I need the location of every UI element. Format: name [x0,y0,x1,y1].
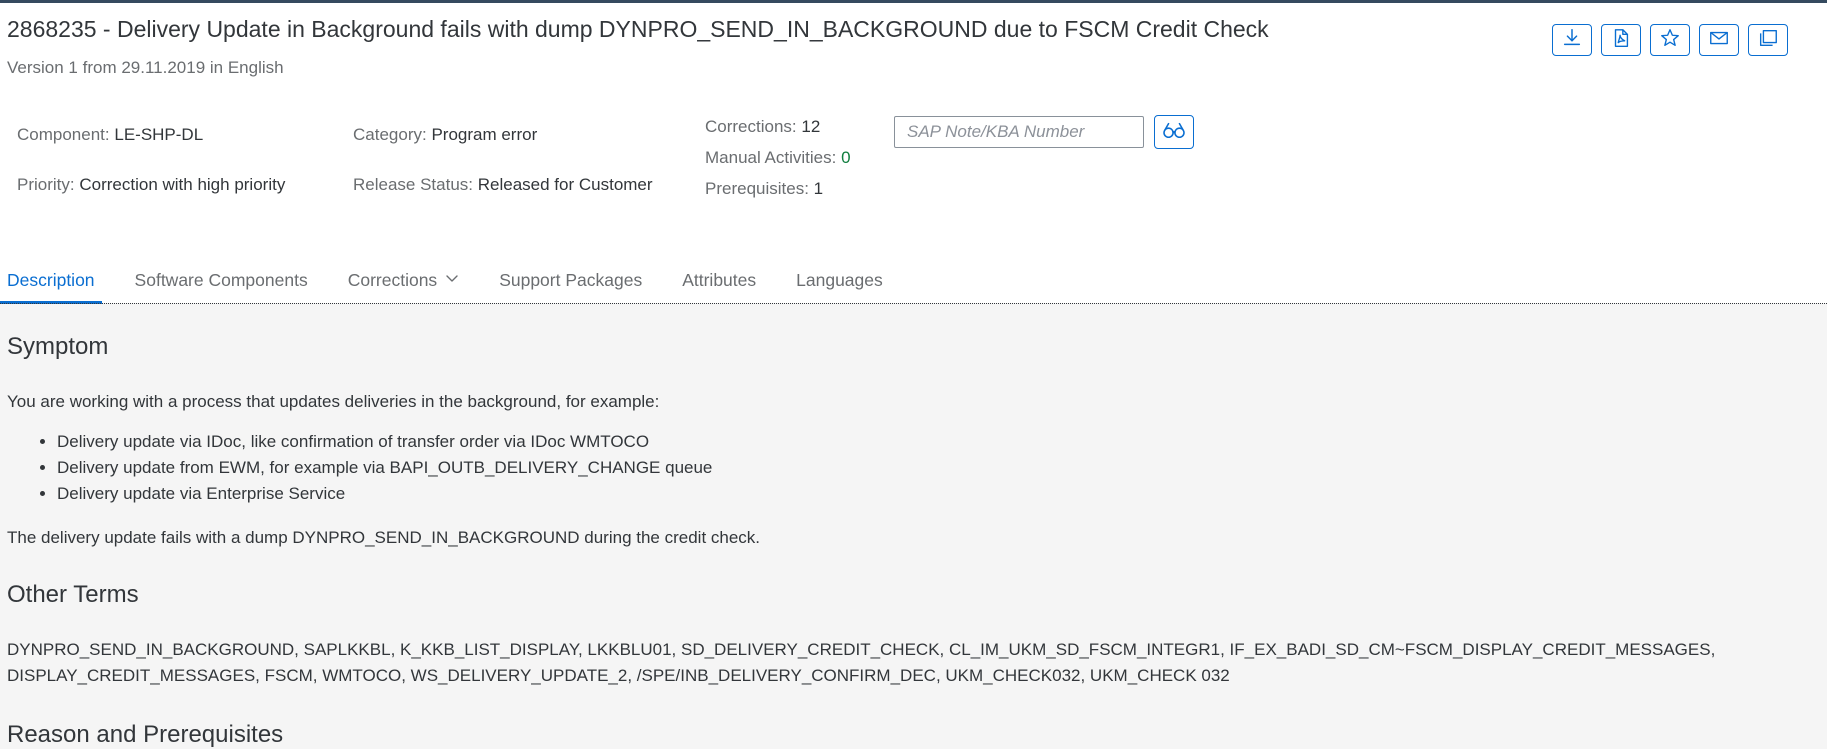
prerequisites-value: 1 [813,179,824,198]
component-value: LE-SHP-DL [114,125,204,144]
symptom-intro: You are working with a process that upda… [7,392,660,411]
prerequisites-field: Prerequisites: 1 [705,179,823,199]
tab-languages-label: Languages [796,270,883,290]
star-icon [1659,27,1681,54]
header-actions [1552,24,1788,56]
copy-icon [1757,27,1779,54]
tab-languages[interactable]: Languages [789,268,890,306]
tab-software-components-label: Software Components [134,270,308,290]
release-status-value: Released for Customer [477,175,653,194]
category-field: Category: Program error [353,125,537,145]
tab-description-label: Description [7,270,95,290]
other-terms-line-1: DYNPRO_SEND_IN_BACKGROUND, SAPLKKBL, K_K… [7,640,1716,659]
note-header: 2868235 - Delivery Update in Background … [0,3,1827,306]
tab-divider [0,303,1827,304]
release-status-field: Release Status: Released for Customer [353,175,653,195]
tab-corrections[interactable]: Corrections [341,268,466,306]
priority-label: Priority: [17,175,75,194]
symptom-outro: The delivery update fails with a dump DY… [7,528,761,547]
chevron-down-icon [445,271,459,285]
other-terms-heading: Other Terms [7,581,139,608]
reason-heading: Reason and Prerequisites [7,721,284,748]
prerequisites-label: Prerequisites: [705,179,809,198]
favorite-button[interactable] [1650,24,1690,56]
tab-software-components[interactable]: Software Components [128,268,315,306]
tab-bar: Description Software Components Correcti… [0,268,916,306]
priority-field: Priority: Correction with high priority [17,175,285,195]
corrections-field: Corrections: 12 [705,117,820,137]
symptom-heading: Symptom [7,333,109,360]
tab-corrections-label: Corrections [347,270,438,290]
manual-activities-label: Manual Activities: [705,148,837,167]
tab-description[interactable]: Description [0,268,102,306]
list-item: Delivery update via Enterprise Service [57,481,1807,507]
manual-activities-value: 0 [841,148,851,167]
component-field: Component: LE-SHP-DL [17,125,203,145]
category-value: Program error [431,125,538,144]
pdf-icon [1610,27,1632,54]
list-item: Delivery update from EWM, for example vi… [57,455,1807,481]
note-search-button[interactable] [1154,115,1194,149]
tab-support-packages[interactable]: Support Packages [492,268,649,306]
priority-value: Correction with high priority [79,175,286,194]
other-terms-line-2: DISPLAY_CREDIT_MESSAGES, FSCM, WMTOCO, W… [7,666,1230,685]
page-subtitle: Version 1 from 29.11.2019 in English [7,58,284,77]
tab-attributes[interactable]: Attributes [675,268,763,306]
glasses-icon [1161,120,1187,145]
download-icon [1561,27,1583,54]
corrections-label: Corrections: [705,117,797,136]
pdf-button[interactable] [1601,24,1641,56]
copy-button[interactable] [1748,24,1788,56]
corrections-value: 12 [801,117,821,136]
email-button[interactable] [1699,24,1739,56]
manual-activities-field: Manual Activities: 0 [705,148,851,168]
component-label: Component: [17,125,110,144]
page-title: 2868235 - Delivery Update in Background … [7,16,1269,42]
symptom-bullet-list: Delivery update via IDoc, like confirmat… [7,429,1807,507]
release-status-label: Release Status: [353,175,474,194]
note-number-search-input[interactable] [894,116,1144,148]
download-button[interactable] [1552,24,1592,56]
tab-attributes-label: Attributes [682,270,757,290]
email-icon [1708,27,1730,54]
description-content: Symptom You are working with a process t… [7,333,1807,749]
category-label: Category: [353,125,427,144]
tab-support-packages-label: Support Packages [499,270,643,290]
list-item: Delivery update via IDoc, like confirmat… [57,429,1807,455]
